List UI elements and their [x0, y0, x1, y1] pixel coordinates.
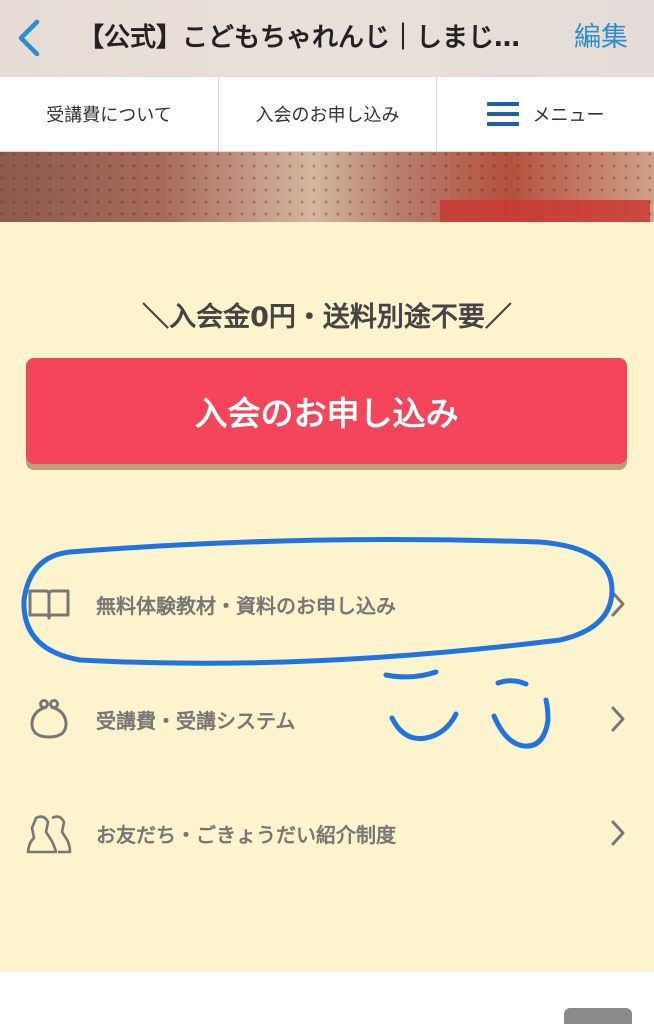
list-item-tuition-system[interactable]: 受講費・受講システム: [0, 684, 654, 754]
people-icon: [26, 810, 72, 856]
back-button[interactable]: [6, 16, 50, 60]
navigation-bar: 【公式】こどもちゃれんじ｜しまじ… 編集: [0, 0, 654, 76]
list-item-label: 受講費・受講システム: [96, 708, 296, 733]
hero-image-detail: [440, 200, 650, 222]
list-item-label: 無料体験教材・資料のお申し込み: [96, 593, 396, 618]
page-bottom: [0, 972, 654, 1024]
chevron-right-icon: [605, 584, 631, 624]
hero-image: [0, 152, 654, 222]
page-title: 【公式】こどもちゃれんじ｜しまじ…: [78, 23, 521, 53]
tab-label: 受講費について: [46, 105, 172, 126]
list-item-label: お友だち・ごきょうだい紹介制度: [96, 822, 396, 847]
enroll-button[interactable]: 入会のお申し込み: [26, 358, 627, 464]
list-item-referral[interactable]: お友だち・ごきょうだい紹介制度: [0, 798, 654, 868]
chevron-right-icon: [605, 699, 631, 739]
edit-button[interactable]: 編集: [566, 18, 636, 58]
tab-bar: 受講費について 入会のお申し込み メニュー: [0, 76, 654, 152]
tab-menu[interactable]: メニュー: [437, 77, 654, 151]
tab-label: メニュー: [532, 105, 605, 126]
tab-label: 入会のお申し込み: [255, 105, 400, 126]
tab-tuition[interactable]: 受講費について: [0, 77, 219, 151]
purse-icon: [26, 696, 72, 742]
enrollment-panel: ＼入会金0円・送料別途不要／ 入会のお申し込み 無料体験教材・資料のお申し込み …: [0, 222, 654, 972]
hamburger-menu-icon: [486, 102, 519, 126]
scroll-to-top-button[interactable]: [564, 1008, 632, 1024]
book-icon: [26, 581, 72, 627]
tab-enrollment[interactable]: 入会のお申し込み: [219, 77, 437, 151]
list-item-free-trial[interactable]: 無料体験教材・資料のお申し込み: [0, 569, 654, 639]
chevron-left-icon: [18, 19, 40, 57]
fee-notice: ＼入会金0円・送料別途不要／: [142, 302, 512, 333]
chevron-right-icon: [605, 813, 631, 853]
